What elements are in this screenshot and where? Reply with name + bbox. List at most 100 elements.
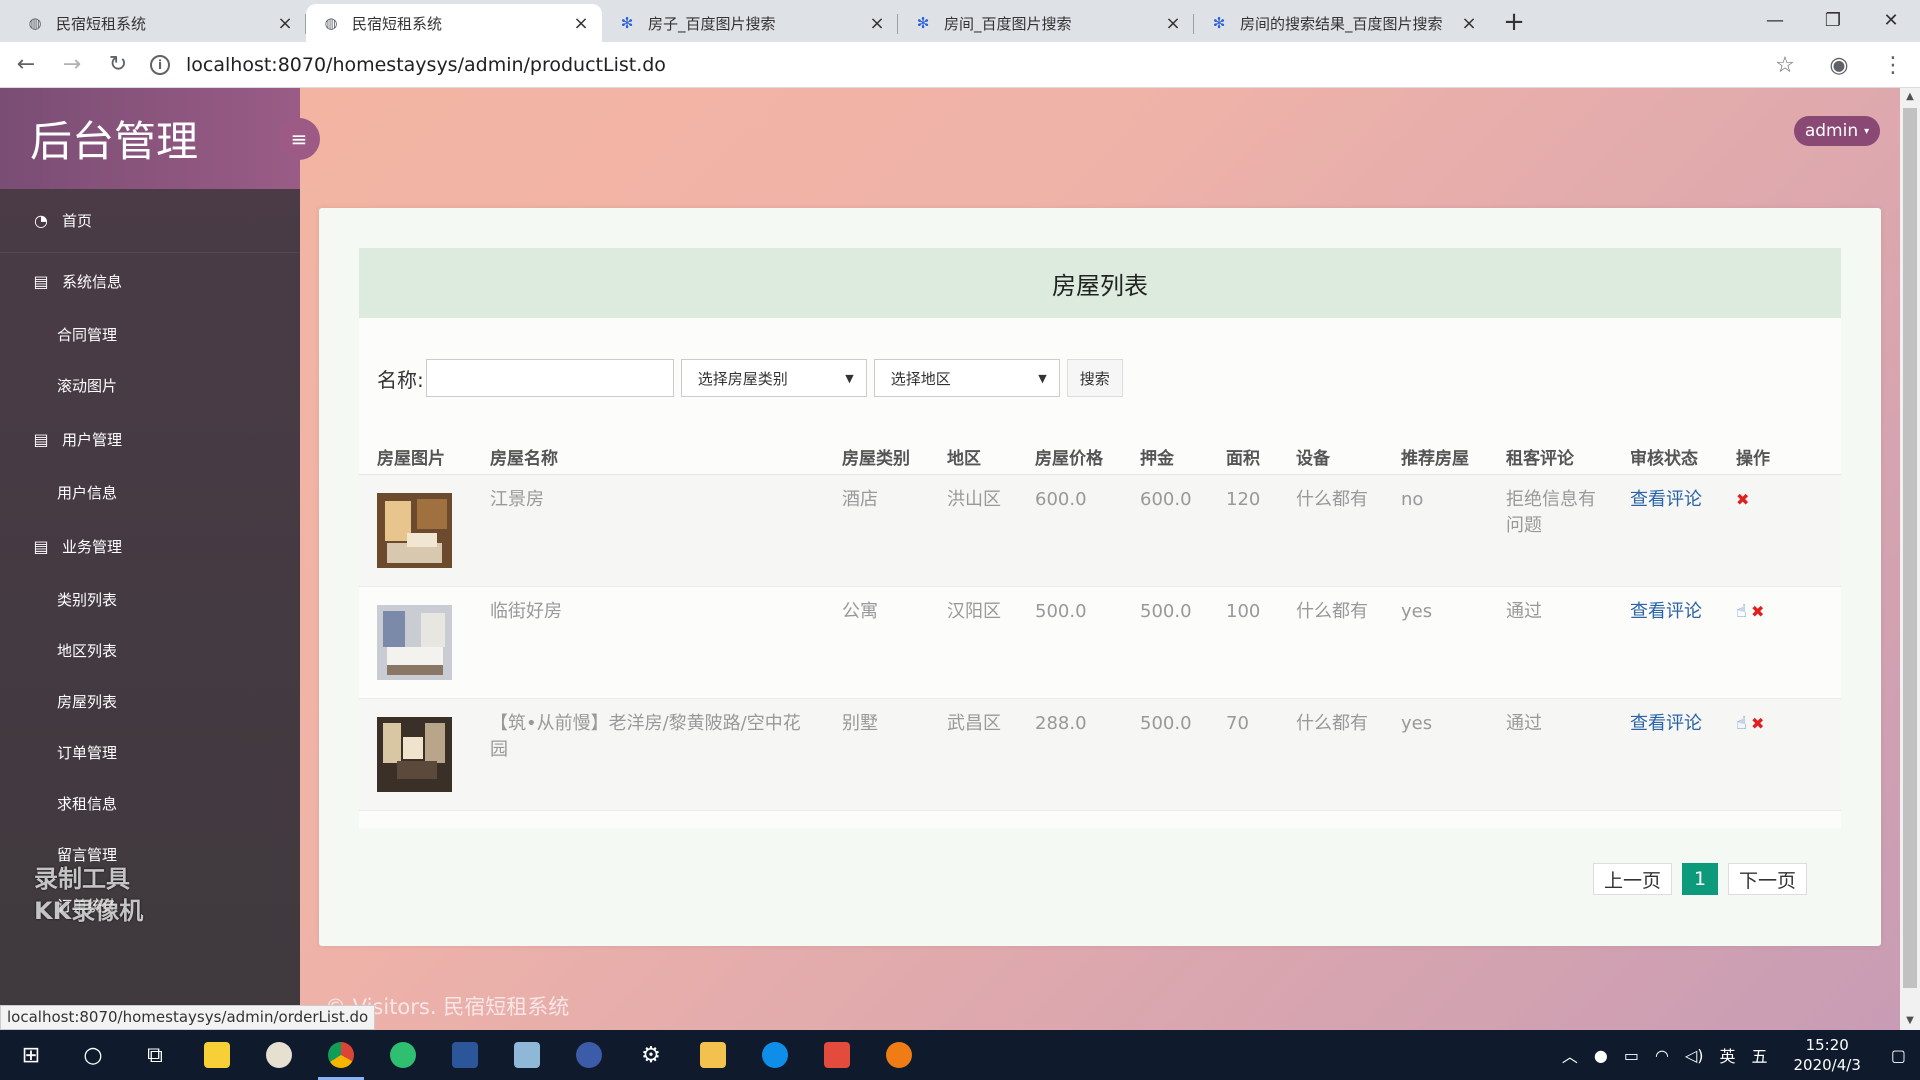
notepad-icon[interactable] (496, 1030, 558, 1080)
house-name: 临街好房 (472, 586, 824, 699)
forward-icon[interactable]: → (52, 45, 92, 85)
sidebar-item-rent-requests[interactable]: 求租信息 (0, 778, 300, 829)
word-icon[interactable] (434, 1030, 496, 1080)
baidu-paw-icon: ✻ (916, 14, 930, 32)
col-image: 房屋图片 (359, 420, 472, 475)
info-icon[interactable]: i (150, 55, 170, 75)
new-tab-button[interactable]: + (1496, 4, 1532, 40)
house-category: 酒店 (824, 474, 929, 587)
house-price: 500.0 (1017, 586, 1122, 699)
file-explorer-icon[interactable] (682, 1030, 744, 1080)
tray-app-icon[interactable]: ● (1594, 1046, 1608, 1065)
ime-language[interactable]: 英 (1719, 1043, 1735, 1067)
house-price: 600.0 (1017, 474, 1122, 587)
sidebar-item-orders[interactable]: 订单管理 (0, 727, 300, 778)
close-icon[interactable]: × (1460, 13, 1478, 34)
sidebar-item-home[interactable]: ◔ 首页 (0, 189, 300, 253)
close-window-icon[interactable]: ✕ (1862, 0, 1920, 40)
house-list-card: 房屋列表 名称: 选择房屋类别 ▼ 选择地区 ▼ 搜索 房屋图片 房屋名称 房屋… (359, 248, 1841, 895)
approve-hand-icon[interactable]: ☝ (1736, 713, 1747, 734)
scroll-down-icon[interactable]: ▼ (1900, 1012, 1920, 1030)
sidebar-toggle-button[interactable]: ≡ (278, 118, 320, 160)
user-menu-button[interactable]: admin ▾ (1794, 116, 1880, 146)
sidebar: 后台管理 ◔ 首页 ▤ 系统信息 合同管理 滚动图片 ▤ 用户管理 用户信息 ▤… (0, 88, 300, 1030)
house-review: 通过 (1488, 586, 1612, 699)
close-icon[interactable]: × (572, 13, 590, 34)
close-icon[interactable]: × (868, 13, 886, 34)
sidebar-item-regions[interactable]: 地区列表 (0, 625, 300, 676)
browser-tab-4[interactable]: ✻ 房间_百度图片搜索 × (898, 4, 1194, 42)
ime-mode[interactable]: 五 (1751, 1043, 1767, 1067)
view-reviews-link[interactable]: 查看评论 (1630, 601, 1702, 622)
clock-time: 15:20 (1805, 1036, 1849, 1054)
prev-page-button[interactable]: 上一页 (1592, 863, 1672, 895)
close-icon[interactable]: × (276, 13, 294, 34)
scroll-up-icon[interactable]: ▲ (1900, 88, 1920, 106)
task-view-icon[interactable]: ⧉ (124, 1030, 186, 1080)
clock[interactable]: 15:20 2020/4/3 (1794, 1035, 1861, 1075)
col-category: 房屋类别 (824, 420, 929, 475)
scroll-thumb[interactable] (1903, 108, 1917, 988)
tray-chevron-icon[interactable]: ︿ (1562, 1043, 1578, 1067)
sidebar-item-houses[interactable]: 房屋列表 (0, 676, 300, 727)
back-icon[interactable]: ← (6, 45, 46, 85)
profile-icon[interactable]: ◉ (1822, 46, 1856, 84)
pdf-app-icon[interactable] (806, 1030, 868, 1080)
recorder-app-icon[interactable] (868, 1030, 930, 1080)
house-photo (377, 604, 452, 680)
house-review: 拒绝信息有问题 (1488, 474, 1612, 587)
house-deposit: 500.0 (1122, 698, 1208, 811)
approve-hand-icon[interactable]: ☝ (1736, 601, 1747, 622)
view-reviews-link[interactable]: 查看评论 (1630, 713, 1702, 734)
next-page-button[interactable]: 下一页 (1727, 863, 1807, 895)
search-button[interactable]: 搜索 (1066, 359, 1123, 397)
window-controls: — ❐ ✕ (1746, 0, 1920, 40)
url-field[interactable]: i localhost:8070/homestaysys/admin/produ… (140, 48, 1780, 82)
sidebar-item-carousel[interactable]: 滚动图片 (0, 360, 300, 411)
delete-icon[interactable]: ✖ (1751, 602, 1764, 621)
category-select[interactable]: 选择房屋类别 ▼ (680, 359, 867, 397)
close-icon[interactable]: × (1164, 13, 1182, 34)
browser-tab-5[interactable]: ✻ 房间的搜索结果_百度图片搜索 × (1194, 4, 1490, 42)
house-recommend: no (1383, 474, 1488, 587)
chrome-icon[interactable] (310, 1030, 372, 1080)
sidebar-item-categories[interactable]: 类别列表 (0, 574, 300, 625)
delete-icon[interactable]: ✖ (1751, 714, 1764, 733)
minimize-icon[interactable]: — (1746, 0, 1804, 40)
house-recommend: yes (1383, 586, 1488, 699)
browser-tab-2[interactable]: ◍ 民宿短租系统 × (306, 4, 602, 42)
delete-icon[interactable]: ✖ (1736, 490, 1749, 509)
sidebar-group-users[interactable]: ▤ 用户管理 (0, 411, 300, 467)
tab-title: 房间的搜索结果_百度图片搜索 (1240, 14, 1443, 33)
reload-icon[interactable]: ↻ (98, 45, 138, 85)
app-green-icon[interactable] (372, 1030, 434, 1080)
restore-icon[interactable]: ❐ (1804, 0, 1862, 40)
settings-gear-icon[interactable]: ⚙ (620, 1030, 682, 1080)
view-reviews-link[interactable]: 查看评论 (1630, 489, 1702, 510)
network-icon[interactable]: ◠ (1655, 1046, 1669, 1065)
browser-tab-1[interactable]: ◍ 民宿短租系统 × (10, 4, 306, 42)
name-search-input[interactable] (425, 359, 674, 397)
sidebar-item-user-info[interactable]: 用户信息 (0, 467, 300, 518)
page-scrollbar[interactable]: ▲ ▼ (1900, 88, 1920, 1030)
notification-icon[interactable]: ▢ (1891, 1046, 1906, 1065)
sidebar-group-business[interactable]: ▤ 业务管理 (0, 518, 300, 574)
region-select[interactable]: 选择地区 ▼ (873, 359, 1060, 397)
bookmark-star-icon[interactable]: ☆ (1768, 46, 1802, 84)
browser-tab-3[interactable]: ✻ 房子_百度图片搜索 × (602, 4, 898, 42)
volume-icon[interactable]: ◁) (1685, 1046, 1704, 1065)
search-circle-icon[interactable]: ○ (62, 1030, 124, 1080)
pen-app-icon[interactable] (248, 1030, 310, 1080)
eclipse-icon[interactable] (558, 1030, 620, 1080)
house-table: 房屋图片 房屋名称 房屋类别 地区 房屋价格 押金 面积 设备 推荐房屋 租客评… (359, 420, 1841, 811)
sidebar-item-contract[interactable]: 合同管理 (0, 309, 300, 360)
teamviewer-icon[interactable] (744, 1030, 806, 1080)
menu-dots-icon[interactable]: ⋮ (1876, 46, 1910, 84)
page-1-button[interactable]: 1 (1681, 863, 1718, 895)
battery-icon[interactable]: ▭ (1624, 1046, 1639, 1065)
sidebar-group-system[interactable]: ▤ 系统信息 (0, 253, 300, 309)
sticky-notes-icon[interactable] (186, 1030, 248, 1080)
house-review: 通过 (1488, 698, 1612, 811)
house-equipment: 什么都有 (1278, 474, 1383, 587)
windows-start-icon[interactable]: ⊞ (0, 1030, 62, 1080)
